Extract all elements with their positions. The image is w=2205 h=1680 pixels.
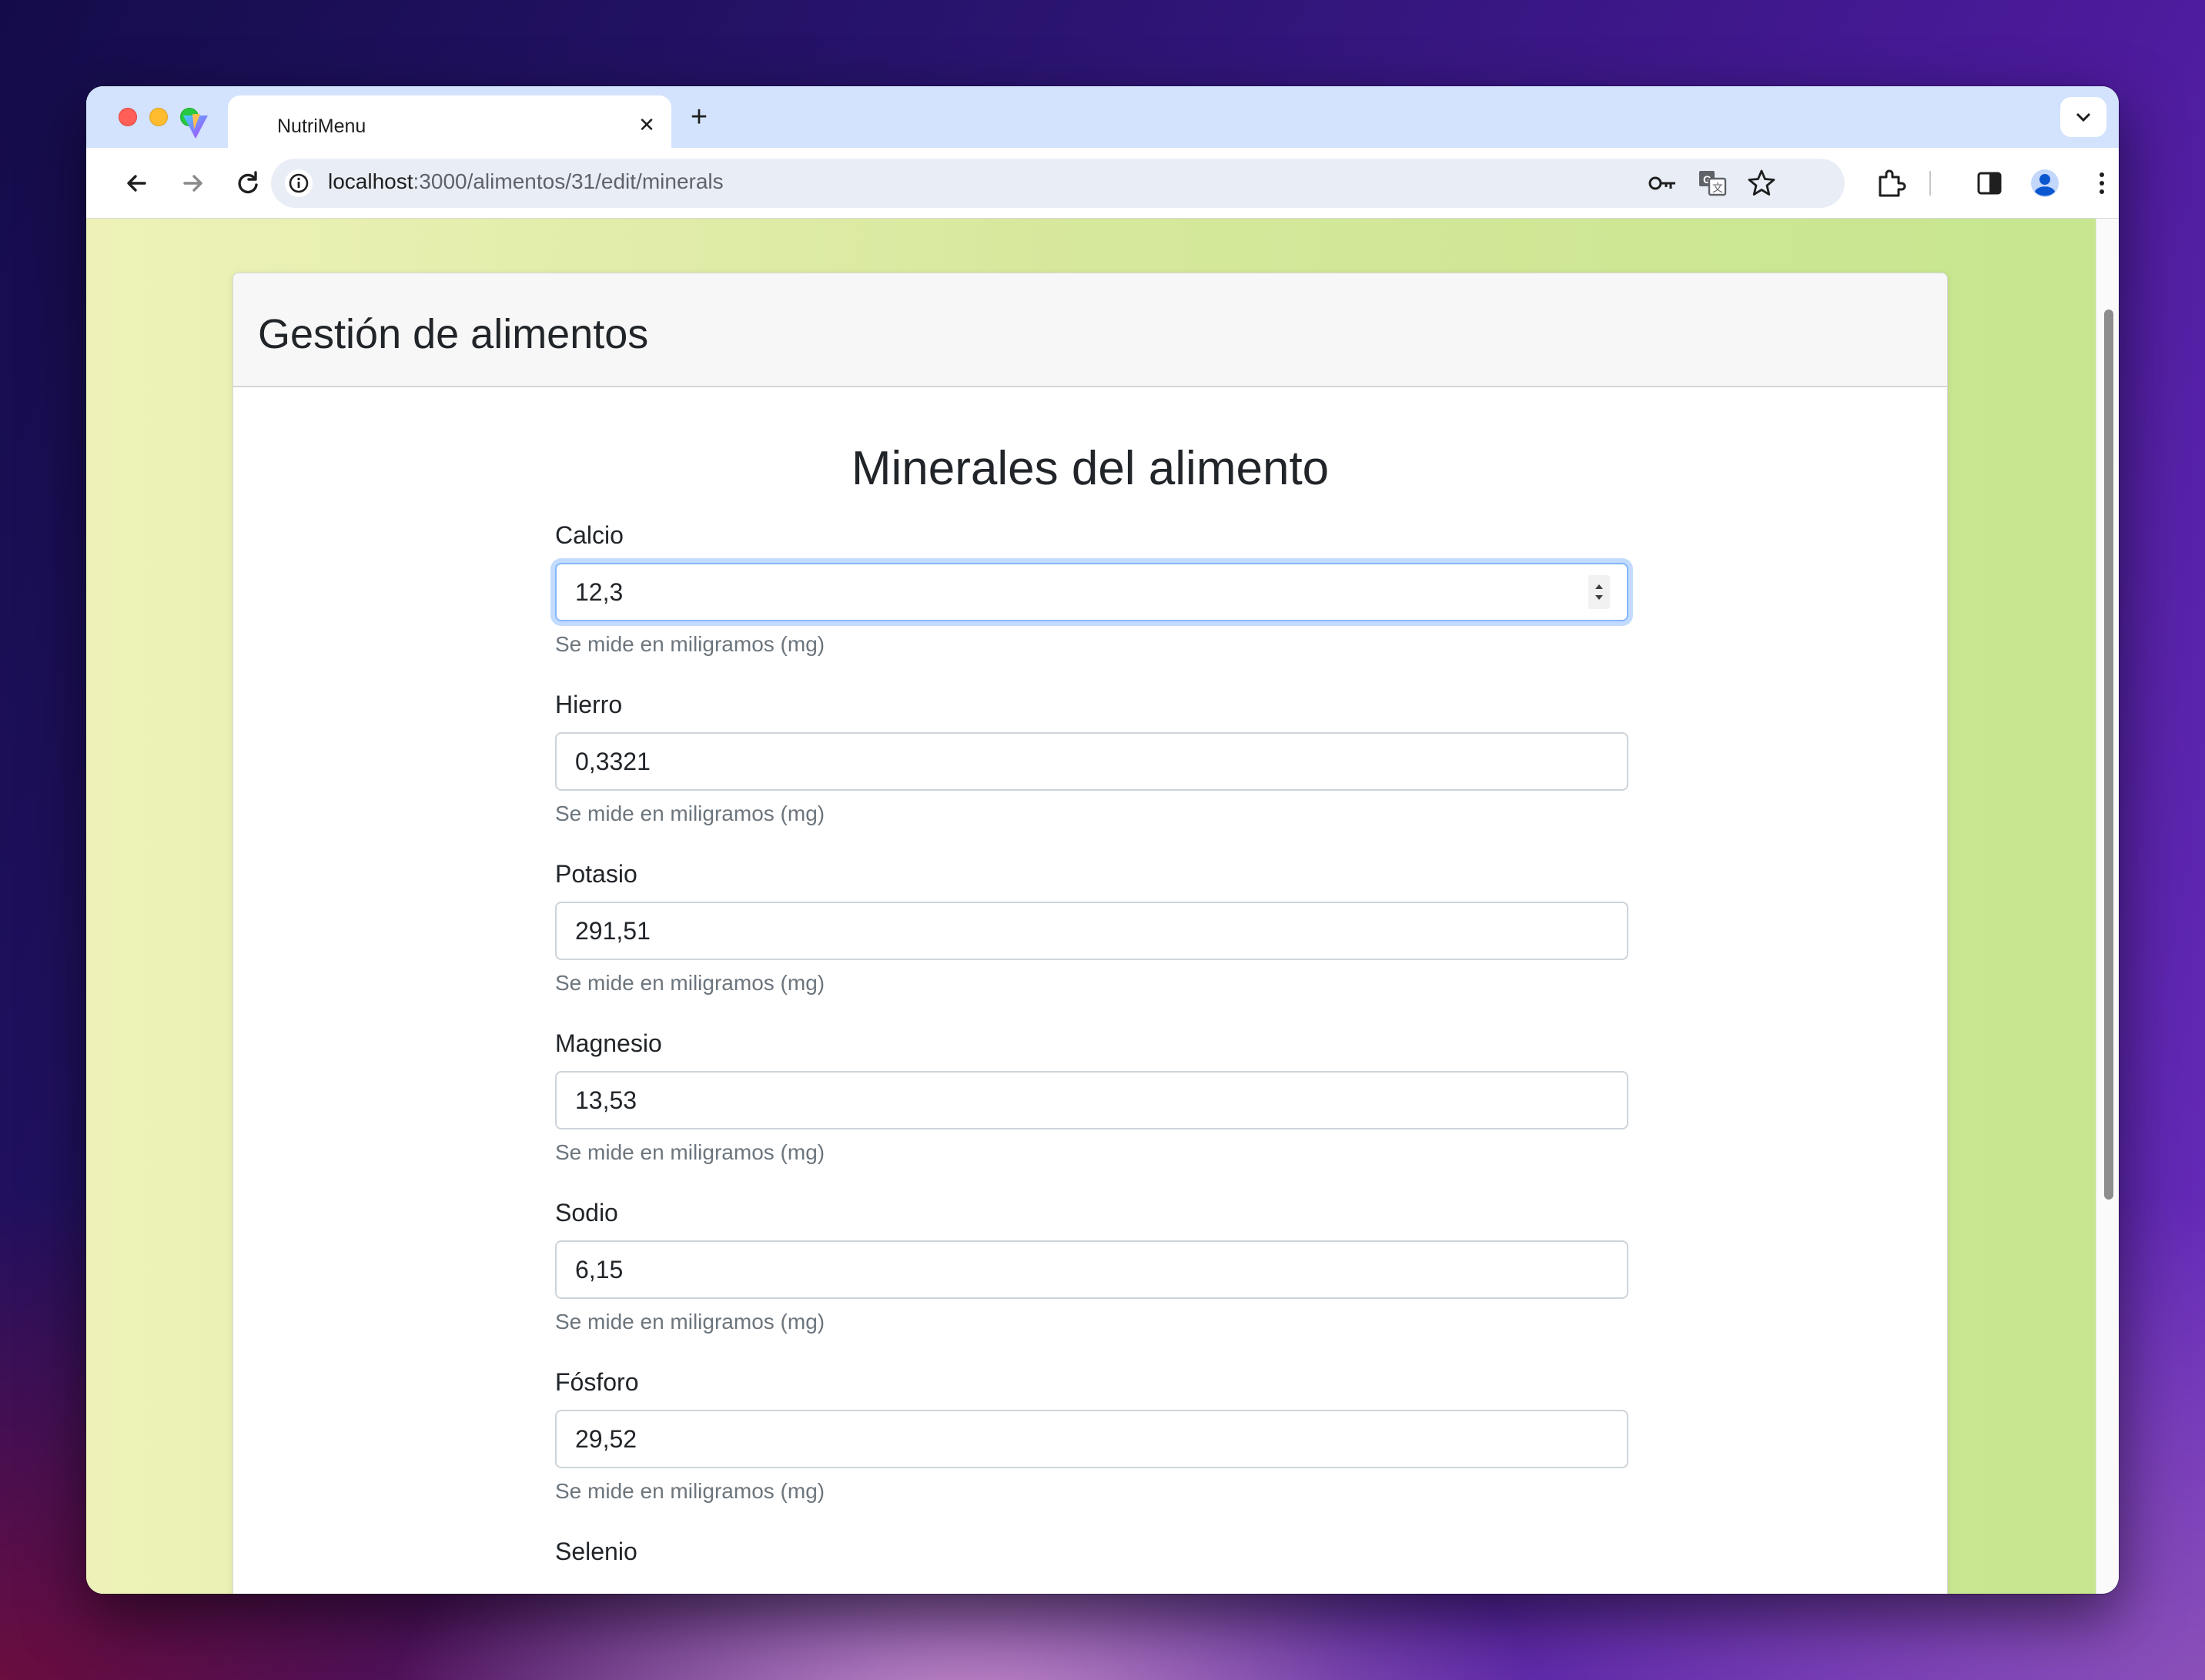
- tab-search-icon[interactable]: [2060, 97, 2106, 137]
- browser-toolbar: localhost:3000/alimentos/31/edit/mineral…: [86, 148, 2119, 219]
- field-help-text: Se mide en miligramos (mg): [555, 1140, 825, 1164]
- url-host: localhost: [328, 169, 413, 193]
- magnesio-input[interactable]: 13,53: [555, 1071, 1628, 1129]
- minimize-window-button[interactable]: [149, 108, 168, 126]
- side-panel-icon[interactable]: [1972, 166, 2006, 200]
- more-menu-icon[interactable]: [2085, 166, 2119, 200]
- fosforo-input[interactable]: 29,52: [555, 1410, 1628, 1468]
- field-fosforo: Fósforo 29,52 Se mide en miligramos (mg): [555, 1365, 1630, 1507]
- tab-strip: NutriMenu ✕ +: [86, 86, 2119, 148]
- field-magnesio: Magnesio 13,53 Se mide en miligramos (mg…: [555, 1026, 1630, 1168]
- calcio-input[interactable]: 12,3: [555, 563, 1628, 621]
- field-label: Selenio: [555, 1538, 637, 1565]
- field-label: Sodio: [555, 1199, 618, 1227]
- page-content: Gestión de alimentos Minerales del alime…: [86, 219, 2096, 1594]
- food-card: Gestión de alimentos Minerales del alime…: [233, 273, 1948, 1594]
- field-value: 29,52: [575, 1425, 637, 1453]
- field-help-text: Se mide en miligramos (mg): [555, 632, 825, 656]
- extensions-icon[interactable]: [1874, 166, 1908, 200]
- vite-logo-icon: [183, 114, 208, 139]
- field-value: 12,3: [575, 578, 624, 606]
- field-help-text: Se mide en miligramos (mg): [555, 1479, 825, 1503]
- page-title: Gestión de alimentos: [258, 311, 649, 357]
- field-calcio: Calcio 12,3 Se mide en miligramos (mg): [555, 518, 1630, 660]
- field-label: Hierro: [555, 691, 623, 718]
- field-hierro: Hierro 0,3321 Se mide en miligramos (mg): [555, 688, 1630, 829]
- field-label: Magnesio: [555, 1029, 662, 1057]
- url-path: :3000/alimentos/31/edit/minerals: [413, 169, 724, 193]
- number-stepper-icon[interactable]: [1588, 575, 1610, 609]
- scrollbar-thumb[interactable]: [2104, 310, 2113, 1200]
- field-sodio: Sodio 6,15 Se mide en miligramos (mg): [555, 1196, 1630, 1337]
- tab-title: NutriMenu: [277, 115, 366, 137]
- field-value: 13,53: [575, 1086, 637, 1114]
- field-value: 6,15: [575, 1256, 624, 1283]
- field-help-text: Se mide en miligramos (mg): [555, 971, 825, 995]
- hierro-input[interactable]: 0,3321: [555, 732, 1628, 791]
- card-header: Gestión de alimentos: [233, 273, 1947, 387]
- bookmark-star-icon[interactable]: [1745, 166, 1778, 200]
- field-label: Calcio: [555, 521, 624, 549]
- profile-icon[interactable]: [2028, 166, 2062, 200]
- svg-text:文: 文: [1712, 182, 1723, 194]
- browser-tab[interactable]: NutriMenu ✕: [183, 95, 671, 148]
- url-text[interactable]: localhost:3000/alimentos/31/edit/mineral…: [328, 169, 724, 194]
- browser-window: NutriMenu ✕ + localhost:3000/alimentos/3…: [86, 86, 2119, 1594]
- address-bar[interactable]: localhost:3000/alimentos/31/edit/mineral…: [271, 159, 1845, 208]
- field-help-text: Se mide en miligramos (mg): [555, 802, 825, 825]
- close-window-button[interactable]: [119, 108, 137, 126]
- new-tab-button[interactable]: +: [684, 102, 714, 132]
- field-potasio: Potasio 291,51 Se mide en miligramos (mg…: [555, 857, 1630, 999]
- form-title: Minerales del alimento: [851, 442, 1330, 495]
- password-key-icon[interactable]: [1646, 166, 1680, 200]
- translate-icon[interactable]: G 文: [1695, 166, 1729, 200]
- toolbar-divider: [1929, 171, 1931, 196]
- back-arrow-icon[interactable]: [119, 165, 156, 202]
- field-selenio: Selenio: [555, 1534, 1630, 1568]
- site-info-icon[interactable]: [285, 169, 313, 197]
- sodio-input[interactable]: 6,15: [555, 1240, 1628, 1299]
- tab-close-icon[interactable]: ✕: [633, 111, 661, 139]
- field-label: Potasio: [555, 860, 637, 888]
- field-help-text: Se mide en miligramos (mg): [555, 1310, 825, 1334]
- forward-arrow-icon[interactable]: [174, 165, 211, 202]
- field-value: 291,51: [575, 917, 651, 945]
- reload-icon[interactable]: [229, 165, 266, 202]
- field-value: 0,3321: [575, 748, 651, 775]
- potasio-input[interactable]: 291,51: [555, 902, 1628, 960]
- page-scrollbar[interactable]: [2096, 219, 2119, 1594]
- field-label: Fósforo: [555, 1368, 639, 1396]
